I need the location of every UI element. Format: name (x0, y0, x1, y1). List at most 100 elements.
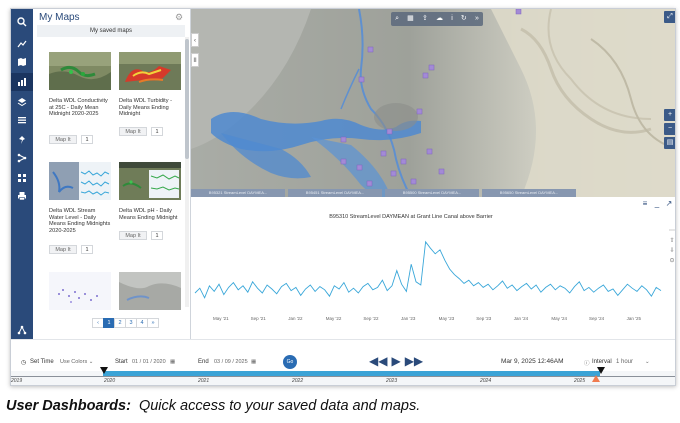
saved-map-card[interactable]: Delta WDL pH - Daily Means Ending Midnig… (116, 159, 184, 259)
calendar-icon[interactable]: ▦ (407, 12, 414, 26)
timeline-start-handle[interactable] (100, 367, 108, 374)
calendar-icon[interactable]: ▦ (170, 359, 175, 365)
timeline[interactable]: 2019 2020 2021 2022 2023 2024 2025 (11, 367, 675, 385)
go-button[interactable]: Go (283, 355, 297, 369)
map-it-button[interactable]: Map It (49, 135, 77, 144)
calendar-icon[interactable]: ▦ (251, 359, 256, 365)
saved-map-card[interactable] (46, 269, 114, 310)
end-label: End (198, 359, 209, 365)
saved-map-card[interactable] (116, 269, 184, 310)
collapse-panel-button[interactable]: ‹ (191, 33, 199, 47)
map-canvas[interactable] (191, 9, 676, 197)
pin-icon[interactable] (11, 131, 33, 149)
map-thumbnail (49, 52, 111, 90)
zoom-in-icon[interactable]: + (664, 109, 675, 121)
page-next-button[interactable]: » (147, 318, 159, 328)
card-title: Delta WDL Turbidity - Daily Means Ending… (119, 98, 172, 118)
timeline-tick: 2019 (11, 378, 23, 384)
layers-icon[interactable] (11, 93, 33, 111)
refresh-icon[interactable]: ↻ (461, 12, 467, 26)
use-colors-dropdown[interactable]: Use Colors ⌄ (60, 359, 93, 365)
zoom-out-icon[interactable]: − (664, 123, 675, 135)
more-icon[interactable]: ⋯ (667, 227, 675, 237)
zoom-search-icon[interactable]: ⌕ (395, 12, 399, 26)
saved-map-card[interactable]: Delta WDL Stream Water Level - Daily Mea… (46, 159, 114, 259)
map-it-button[interactable]: Map It (119, 231, 147, 240)
upload-icon[interactable]: ⇧ (667, 237, 675, 247)
print-icon[interactable] (11, 187, 33, 205)
timeline-tick: 2023 (386, 378, 398, 384)
timeline-axis (11, 376, 675, 377)
x-tick-label: Jan '25 (627, 316, 642, 321)
cloud-icon[interactable]: ☁ (436, 12, 443, 26)
station-tab[interactable]: B95650 StreamLevel DAYMEA... (482, 189, 576, 197)
x-tick-label: Sep '22 (363, 316, 379, 321)
chart-panel: ≡ _ ↗ B95310 StreamLevel DAYMEAN at Gran… (191, 197, 675, 339)
chart-title: B95310 StreamLevel DAYMEAN at Grant Line… (329, 214, 493, 220)
series-line[interactable] (194, 240, 662, 299)
forward-icon[interactable]: » (475, 12, 479, 26)
play-icon[interactable]: ▶ (391, 354, 400, 368)
x-tick-label: May '24 (551, 316, 567, 321)
menu-icon[interactable]: ≡ (639, 199, 651, 208)
map-count: 1 (81, 245, 93, 254)
timeline-current-marker[interactable] (592, 375, 600, 382)
set-time-label[interactable]: Set Time (30, 359, 54, 365)
minimize-icon[interactable]: _ (651, 199, 663, 208)
station-tab[interactable]: B95321 StreamLevel DAYMEA... (191, 189, 285, 197)
interval-dropdown[interactable]: 1 hour (616, 359, 633, 365)
scrollbar-thumb[interactable] (185, 39, 189, 159)
map-view[interactable]: ‹ II ⌕ ▦ ⇪ ☁ i ↻ » ⤢ + − ▤ (191, 9, 676, 197)
rewind-icon[interactable]: ◀◀ (369, 354, 387, 368)
saved-map-card[interactable]: Delta WDL Turbidity - Daily Means Ending… (116, 49, 184, 149)
saved-map-card[interactable]: Delta WDL Conductivity at 25C - Daily Me… (46, 49, 114, 149)
x-tick-label: Sep '21 (251, 316, 267, 321)
search-icon[interactable] (11, 13, 33, 31)
chart-side-icons: ⋯ ⇧ ⇩ ⊙ (667, 227, 675, 267)
end-date-input[interactable]: 03 / 09 / 2025 (214, 359, 248, 365)
map-icon[interactable] (11, 53, 33, 71)
download-icon[interactable]: ⇩ (667, 247, 675, 257)
caption: User Dashboards: Quick access to your sa… (6, 398, 420, 414)
card-title: Delta WDL Stream Water Level - Daily Mea… (49, 208, 111, 234)
card-title: Delta WDL pH - Daily Means Ending Midnig… (119, 208, 178, 221)
station-tab[interactable]: B95500 StreamLevel DAYMEA... (385, 189, 479, 197)
chart-controls: ≡ _ ↗ (639, 199, 675, 208)
start-date-input[interactable]: 01 / 01 / 2020 (132, 359, 166, 365)
map-thumbnail (119, 162, 181, 200)
export-icon[interactable]: ⇪ (422, 12, 428, 26)
timeline-tick: 2021 (198, 378, 210, 384)
fast-forward-icon[interactable]: ▶▶ (405, 354, 423, 368)
station-tab[interactable]: B95451 StreamLevel DAYMEA... (288, 189, 382, 197)
chevron-down-icon[interactable]: ⌄ (645, 359, 650, 365)
pause-icon[interactable]: II (191, 53, 199, 67)
share-network-icon[interactable] (11, 321, 33, 339)
info-icon: ⓘ (584, 361, 590, 367)
expand-icon[interactable]: ⤢ (664, 11, 675, 23)
app-window: My Maps ⚙ My saved maps Delta WDL Conduc… (10, 8, 676, 386)
x-tick-label: May '23 (439, 316, 455, 321)
x-tick-label: May '22 (326, 316, 342, 321)
list-icon[interactable] (11, 111, 33, 129)
timeline-tick: 2025 (574, 378, 586, 384)
info-icon[interactable]: i (451, 12, 453, 26)
map-it-button[interactable]: Map It (119, 127, 147, 136)
x-tick-label: Jan '24 (514, 316, 529, 321)
my-maps-icon[interactable] (11, 73, 33, 91)
station-tabs: B95321 StreamLevel DAYMEA... B95451 Stre… (191, 189, 591, 197)
expand-icon[interactable]: ↗ (663, 199, 675, 208)
gear-icon[interactable]: ⚙ (175, 12, 185, 22)
playback-controls: ◀◀ ▶ ▶▶ (369, 354, 427, 368)
network-icon[interactable] (11, 149, 33, 167)
x-tick-label: Jan '23 (401, 316, 416, 321)
interval-label: Interval (592, 359, 612, 365)
chart-icon[interactable] (11, 35, 33, 53)
settings-icon[interactable]: ⊙ (667, 257, 675, 267)
grid-icon[interactable] (11, 169, 33, 187)
timeline-end-handle[interactable] (597, 367, 605, 374)
pagination: ‹ 1 2 3 4 » (92, 318, 159, 328)
line-chart[interactable]: May '21 Sep '21 Jan '22 May '22 Sep '22 Jan '… (191, 221, 667, 339)
map-it-button[interactable]: Map It (49, 245, 77, 254)
map-toolbar: ⌕ ▦ ⇪ ☁ i ↻ » (391, 12, 483, 26)
table-icon[interactable]: ▤ (664, 137, 675, 149)
